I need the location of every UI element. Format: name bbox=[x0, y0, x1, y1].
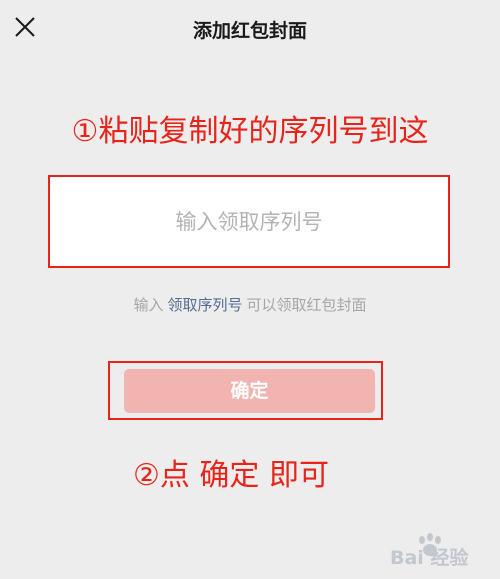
annotation-step-2: ②点 确定 即可 bbox=[133, 458, 329, 493]
watermark-logo: Bai 经验 bbox=[386, 528, 496, 572]
hint-prefix: 输入 bbox=[133, 296, 164, 314]
annotation-step-1: ①粘贴复制好的序列号到这 bbox=[71, 114, 429, 149]
top-bar: 添加红包封面 bbox=[0, 0, 500, 60]
hint-suffix: 可以领取红包封面 bbox=[246, 296, 367, 314]
confirm-highlight-frame: 确定 bbox=[108, 361, 383, 420]
page-title: 添加红包封面 bbox=[192, 20, 307, 42]
serial-number-link[interactable]: 领取序列号 bbox=[167, 296, 242, 314]
paw-icon: Bai 经验 bbox=[390, 533, 469, 569]
serial-number-input[interactable] bbox=[52, 179, 446, 264]
hint-text: 输入 领取序列号 可以领取红包封面 bbox=[0, 294, 500, 315]
input-highlight-frame bbox=[48, 175, 450, 268]
confirm-button[interactable]: 确定 bbox=[124, 369, 375, 413]
svg-text:Bai 经验: Bai 经验 bbox=[390, 546, 469, 569]
